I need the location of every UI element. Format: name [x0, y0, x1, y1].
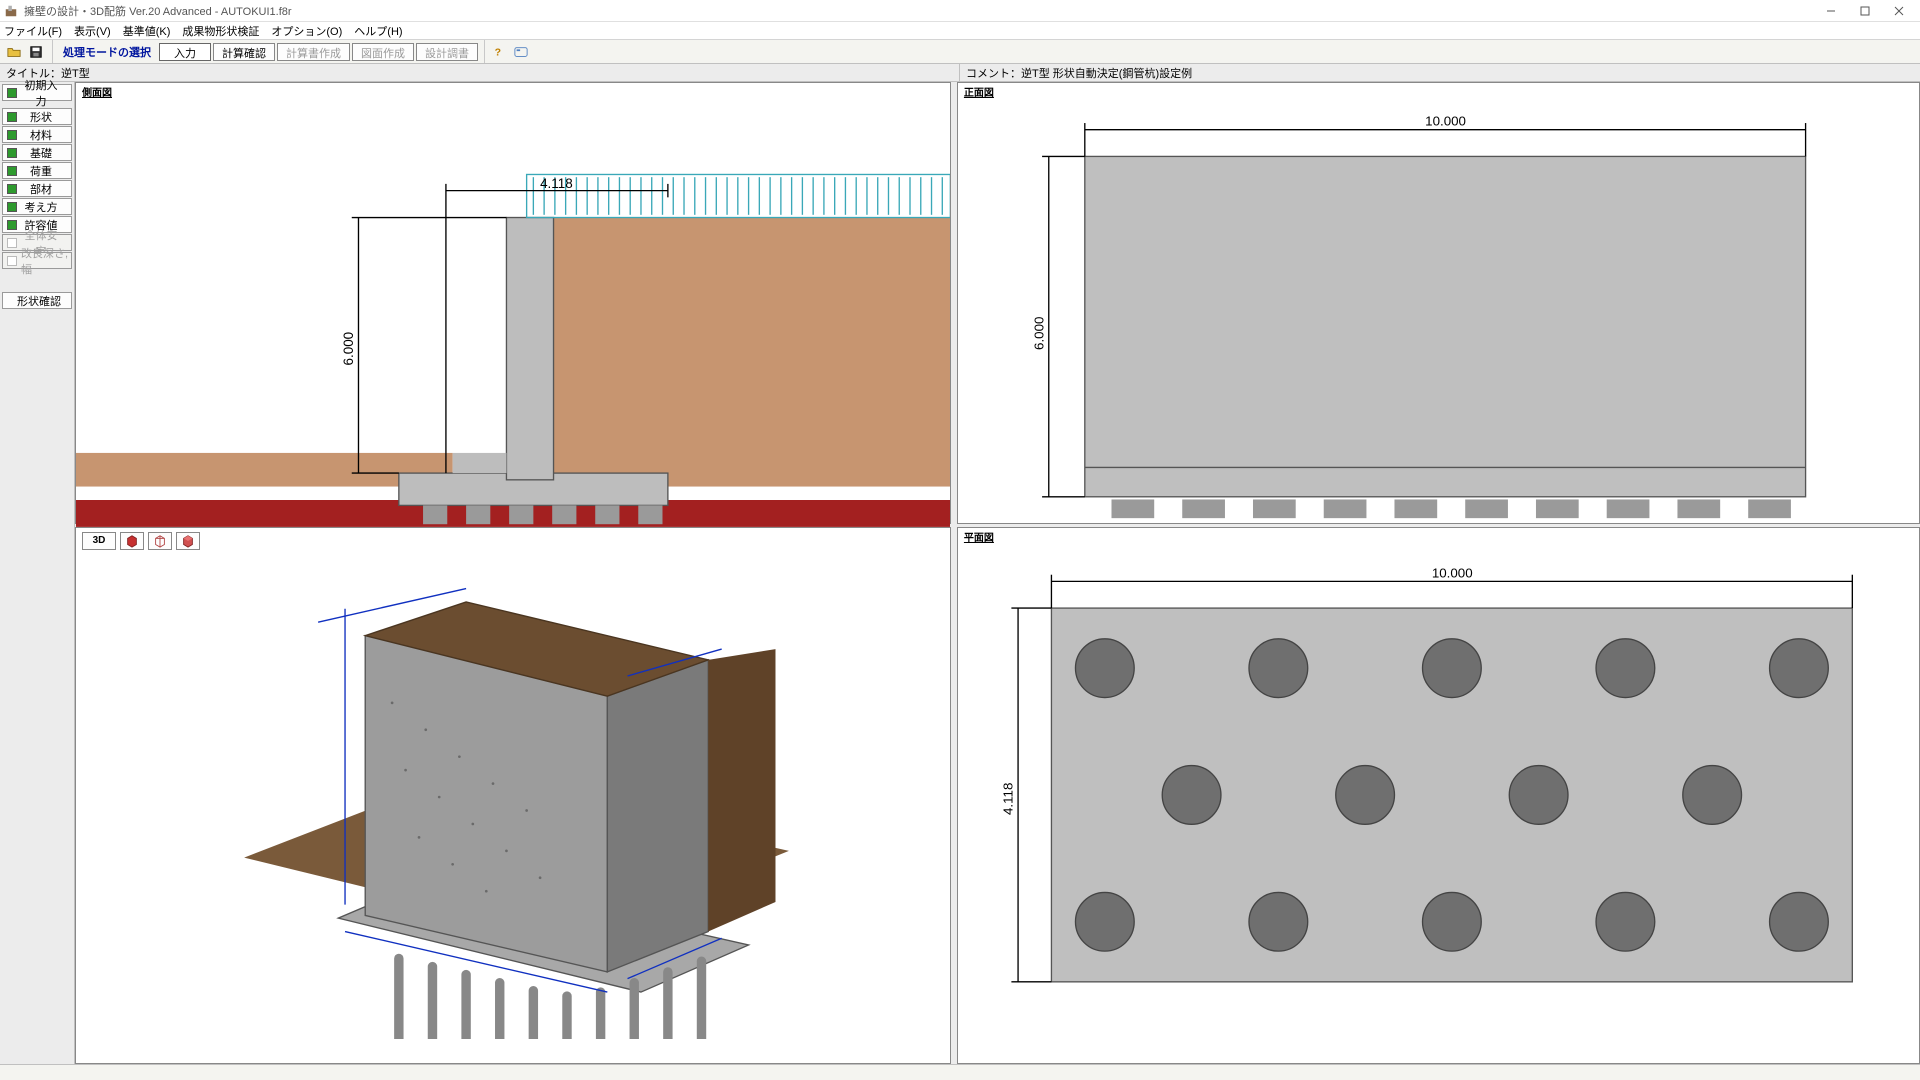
info-comment-label: コメント： — [966, 65, 1021, 81]
menu-option[interactable]: オプション(O) — [271, 23, 342, 39]
mode-tab-drawing[interactable]: 図面作成 — [352, 43, 414, 61]
check-icon — [7, 148, 17, 158]
window-title: 擁壁の設計・3D配筋 Ver.20 Advanced - AUTOKUI1.f8… — [24, 3, 1814, 19]
svg-text:6.000: 6.000 — [341, 332, 356, 366]
check-icon — [7, 130, 17, 140]
sidebar-item-material[interactable]: 材料 — [2, 126, 72, 143]
help-icon[interactable]: ? — [489, 42, 509, 62]
infobar: タイトル： 逆T型 コメント： 逆T型 形状自動決定(鋼管杭)設定例 — [0, 64, 1920, 82]
info-comment-value: 逆T型 形状自動決定(鋼管杭)設定例 — [1021, 65, 1192, 81]
svg-text:?: ? — [495, 46, 501, 58]
mode-tab-report[interactable]: 計算書作成 — [277, 43, 350, 61]
sidebar-item-label: 基礎 — [21, 145, 71, 161]
sidebar-item-improvement: 改良深さ,幅 — [2, 252, 72, 269]
maximize-button[interactable] — [1848, 1, 1882, 21]
mode-tab-input[interactable]: 入力 — [159, 43, 211, 61]
menu-file[interactable]: ファイル(F) — [4, 23, 62, 39]
pane-label-front: 正面図 — [962, 84, 996, 99]
menu-view[interactable]: 表示(V) — [74, 23, 111, 39]
mode-select-label: 処理モードの選択 — [57, 44, 157, 60]
check-icon — [7, 88, 17, 98]
titlebar: 擁壁の設計・3D配筋 Ver.20 Advanced - AUTOKUI1.f8… — [0, 0, 1920, 22]
check-icon — [7, 112, 17, 122]
viewport-container: 側面図 — [75, 82, 1920, 1064]
3d-drawing — [76, 528, 950, 1039]
svg-text:4.118: 4.118 — [540, 176, 573, 191]
minimize-button[interactable] — [1814, 1, 1848, 21]
check-icon — [7, 238, 17, 248]
info-title-cell: タイトル： 逆T型 — [0, 64, 960, 81]
pane-3d-view[interactable]: 3D — [75, 527, 951, 1064]
sidebar-item-label: 荷重 — [21, 163, 71, 179]
svg-text:10.000: 10.000 — [1432, 565, 1473, 580]
check-icon — [7, 184, 17, 194]
sidebar-item-label: 材料 — [21, 127, 71, 143]
check-icon — [7, 166, 17, 176]
3d-button[interactable]: 3D — [82, 532, 116, 550]
sidebar-item-label: 部材 — [21, 181, 71, 197]
svg-text:6.000: 6.000 — [1031, 317, 1046, 350]
info-comment-cell: コメント： 逆T型 形状自動決定(鋼管杭)設定例 — [960, 64, 1920, 81]
svg-text:10.000: 10.000 — [1425, 114, 1466, 129]
mode-tab-design-table[interactable]: 設計調書 — [416, 43, 478, 61]
side-view-drawing: 4.118 6.000 — [76, 83, 950, 527]
sidebar-item-load[interactable]: 荷重 — [2, 162, 72, 179]
menu-help[interactable]: ヘルプ(H) — [354, 23, 402, 39]
pane-front-view[interactable]: 正面図 10.000 6.000 — [957, 82, 1920, 524]
mode-tab-calc-confirm[interactable]: 計算確認 — [213, 43, 275, 61]
check-icon — [7, 256, 17, 266]
sidebar: 初期入力 形状 材料 基礎 荷重 部材 考え方 許容値 全体安定 改良深さ,幅 … — [0, 82, 75, 1064]
sidebar-item-shape[interactable]: 形状 — [2, 108, 72, 125]
sidebar-shape-confirm[interactable]: 形状確認 — [2, 292, 72, 309]
sidebar-item-approach[interactable]: 考え方 — [2, 198, 72, 215]
sidebar-item-member[interactable]: 部材 — [2, 180, 72, 197]
toolbar: 処理モードの選択 入力 計算確認 計算書作成 図面作成 設計調書 ? — [0, 40, 1920, 64]
menu-shape-check[interactable]: 成果物形状検証 — [182, 23, 259, 39]
app-icon — [4, 4, 18, 18]
3d-cube-wire-icon[interactable] — [148, 532, 172, 550]
check-icon — [7, 202, 17, 212]
3d-cube-red-icon[interactable] — [120, 532, 144, 550]
save-file-button[interactable] — [26, 42, 46, 62]
info-icon[interactable] — [511, 42, 531, 62]
pane-label-side: 側面図 — [80, 84, 114, 99]
menubar: ファイル(F) 表示(V) 基準値(K) 成果物形状検証 オプション(O) ヘル… — [0, 22, 1920, 40]
svg-text:4.118: 4.118 — [1001, 782, 1016, 814]
sidebar-item-foundation[interactable]: 基礎 — [2, 144, 72, 161]
plan-view-drawing: 10.000 4.118 — [958, 528, 1919, 1035]
3d-cube-solid-icon[interactable] — [176, 532, 200, 550]
open-file-button[interactable] — [4, 42, 24, 62]
window-controls — [1814, 1, 1916, 21]
sidebar-confirm-label: 形状確認 — [7, 293, 71, 309]
pane-side-view[interactable]: 側面図 — [75, 82, 951, 524]
sidebar-item-label: 考え方 — [21, 199, 71, 215]
close-button[interactable] — [1882, 1, 1916, 21]
check-icon — [7, 220, 17, 230]
sidebar-item-label: 形状 — [21, 109, 71, 125]
status-bar — [0, 1064, 1920, 1080]
sidebar-initial-label: 初期入力 — [21, 77, 71, 109]
3d-toolbar: 3D — [82, 532, 200, 550]
pane-plan-view[interactable]: 平面図 10.000 4.118 — [957, 527, 1920, 1064]
sidebar-item-label: 改良深さ,幅 — [21, 245, 71, 277]
sidebar-initial-input[interactable]: 初期入力 — [2, 84, 72, 101]
main-area: 初期入力 形状 材料 基礎 荷重 部材 考え方 許容値 全体安定 改良深さ,幅 … — [0, 82, 1920, 1064]
menu-reference[interactable]: 基準値(K) — [123, 23, 171, 39]
pane-label-plan: 平面図 — [962, 529, 996, 544]
front-view-drawing: 10.000 6.000 — [958, 83, 1919, 523]
